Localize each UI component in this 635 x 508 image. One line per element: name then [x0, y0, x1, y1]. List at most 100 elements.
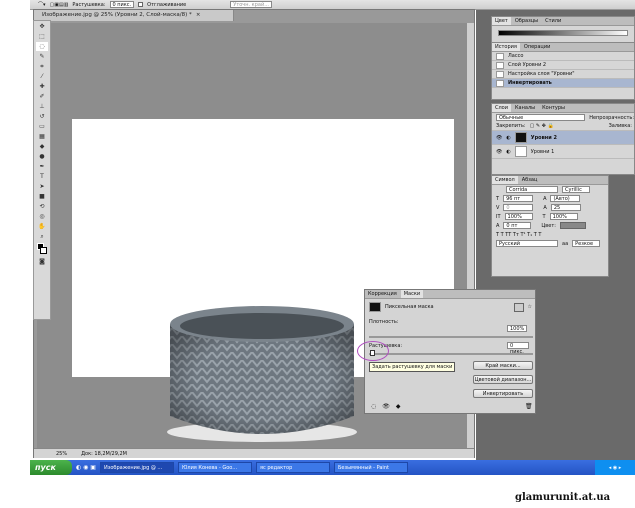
zoom-level[interactable]: 25% [56, 451, 67, 457]
move-tool-icon[interactable]: ✥ [36, 22, 48, 31]
lasso-tool-icon[interactable]: ◌ [36, 42, 48, 51]
layer-mask-thumbnail[interactable] [514, 132, 527, 143]
tab-swatches[interactable]: Образцы [511, 17, 542, 25]
tab-styles[interactable]: Стили [542, 17, 565, 25]
add-vector-mask-icon[interactable]: ☆ [528, 304, 535, 310]
character-panel: Символ Абзац Corrida Cyrillic T 96 пт A … [491, 175, 609, 277]
lasso-tool-preset-icon[interactable]: ⌒▾ [38, 1, 46, 8]
crop-tool-icon[interactable]: ⌗ [36, 62, 48, 71]
color-swatches[interactable] [36, 242, 48, 256]
pen-tool-icon[interactable]: ✒ [36, 162, 48, 171]
tab-layers[interactable]: Слои [492, 104, 511, 112]
close-icon[interactable]: × [196, 12, 201, 18]
dodge-tool-icon[interactable]: ● [36, 152, 48, 161]
quick-select-tool-icon[interactable]: ✎ [36, 52, 48, 61]
history-item[interactable]: Лассо [492, 52, 634, 61]
layer-mask-thumbnail[interactable] [514, 146, 527, 157]
history-item[interactable]: Настройка слоя "Уровни" [492, 70, 634, 79]
tooltip: Задать растушевку для маски [369, 362, 456, 372]
antialias-icon: aa [562, 240, 569, 247]
3d-rotate-tool-icon[interactable]: ⟲ [36, 202, 48, 211]
refine-edge-button[interactable]: Уточн. край... [230, 1, 272, 8]
history-panel: История Операции Лассо Слой Уровни 2 Нас… [491, 42, 635, 100]
add-pixel-mask-icon[interactable] [513, 302, 524, 312]
leading-input[interactable]: (Авто) [550, 195, 581, 202]
font-script-select[interactable]: Cyrillic [562, 186, 590, 193]
masks-panel-tabs: Коррекция Маски [365, 290, 535, 299]
selection-mode-icons[interactable]: ▢▣▤▥ [50, 2, 69, 8]
tab-paths[interactable]: Контуры [539, 104, 568, 112]
tab-history[interactable]: История [492, 43, 520, 51]
font-family-select[interactable]: Corrida [506, 186, 558, 193]
background-color[interactable] [40, 247, 47, 254]
feather-slider[interactable] [369, 353, 533, 355]
task-editor[interactable]: яс редактор [255, 462, 330, 473]
selection-from-mask-icon[interactable]: ◌ [371, 403, 376, 410]
eraser-tool-icon[interactable]: ▭ [36, 122, 48, 131]
density-slider[interactable] [369, 336, 533, 338]
tracking-icon: A [543, 204, 547, 211]
eye-icon[interactable]: 👁 [496, 135, 502, 141]
zoom-tool-icon[interactable]: ⌕ [36, 232, 48, 241]
feather-input[interactable]: 0 пикс. [109, 1, 135, 8]
baseline-input[interactable]: 0 пт [503, 222, 532, 229]
quick-mask-icon[interactable]: ◙ [36, 257, 48, 266]
healing-brush-icon[interactable]: ✚ [36, 82, 48, 91]
color-range-button[interactable]: Цветовой диапазон... [473, 375, 533, 384]
task-paint[interactable]: Безымянный - Paint [333, 462, 408, 473]
layer-row[interactable]: 👁 ◐ Уровни 2 [492, 131, 634, 145]
history-item[interactable]: Слой Уровни 2 [492, 61, 634, 70]
blend-mode-select[interactable]: Обычные [496, 114, 586, 121]
trash-icon[interactable]: 🗑 [525, 403, 533, 410]
color-slider[interactable] [498, 30, 628, 36]
tab-color[interactable]: Цвет [492, 17, 511, 25]
language-select[interactable]: Русский [496, 240, 558, 247]
type-tool-icon[interactable]: T [36, 172, 48, 181]
mask-edge-button[interactable]: Край маски... [473, 361, 533, 370]
invert-button[interactable]: Инвертировать [473, 389, 533, 398]
antialias-checkbox[interactable] [138, 2, 144, 7]
history-icon [496, 70, 504, 78]
gradient-tool-icon[interactable]: ▦ [36, 132, 48, 141]
mask-feather-input[interactable]: 0 пикс. [507, 342, 529, 355]
eye-icon[interactable]: 👁 [496, 149, 502, 155]
density-input[interactable]: 100% [507, 325, 527, 332]
horizontal-scale-input[interactable]: 100% [549, 213, 578, 220]
blur-tool-icon[interactable]: ◆ [36, 142, 48, 151]
start-button[interactable]: пуск [30, 460, 72, 475]
tab-actions[interactable]: Операции [520, 43, 554, 51]
hand-tool-icon[interactable]: ✋ [36, 222, 48, 231]
clone-stamp-icon[interactable]: ⊥ [36, 102, 48, 111]
eye-icon[interactable]: 👁 [382, 403, 390, 410]
brush-tool-icon[interactable]: ✐ [36, 92, 48, 101]
kerning-input[interactable]: 0 [503, 204, 534, 211]
task-browser[interactable]: Юлия Конева - Goo... [177, 462, 252, 473]
lock-icons[interactable]: ▢ ✎ ✥ 🔒 [530, 123, 554, 129]
history-item[interactable]: Инвертировать [492, 79, 634, 88]
style-buttons[interactable]: T T TT Tт T¹ T₁ T T [496, 232, 541, 238]
quick-launch-icons[interactable]: ◐ ◉ ▣ [76, 464, 96, 471]
marquee-tool-icon[interactable]: ⬚ [36, 32, 48, 41]
layers-panel-tabs: Слои Каналы Контуры [492, 104, 634, 113]
3d-camera-tool-icon[interactable]: ◎ [36, 212, 48, 221]
text-color-swatch[interactable] [559, 222, 586, 229]
shape-tool-icon[interactable]: ■ [36, 192, 48, 201]
tracking-input[interactable]: 25 [550, 204, 581, 211]
history-panel-tabs: История Операции [492, 43, 634, 52]
tab-masks[interactable]: Маски [400, 290, 424, 298]
tab-channels[interactable]: Каналы [512, 104, 539, 112]
tab-character[interactable]: Символ [492, 176, 518, 184]
antialias-select[interactable]: Резкое [572, 240, 601, 247]
vertical-scale-input[interactable]: 100% [504, 213, 533, 220]
task-photoshop[interactable]: Изображение.jpg @ ... [99, 462, 174, 473]
system-tray[interactable]: ◂ ◉ ▸ [595, 460, 635, 475]
path-select-tool-icon[interactable]: ➤ [36, 182, 48, 191]
tab-adjustments[interactable]: Коррекция [365, 290, 400, 298]
document-tab[interactable]: Изображение.jpg @ 25% (Уровни 2, Слой-ма… [34, 10, 234, 21]
layer-row[interactable]: 👁 ◐ Уровни 1 [492, 145, 634, 159]
history-brush-icon[interactable]: ↺ [36, 112, 48, 121]
eyedropper-tool-icon[interactable]: ⁄ [36, 72, 48, 81]
font-size-input[interactable]: 96 пт [503, 195, 534, 202]
tab-paragraph[interactable]: Абзац [518, 176, 541, 184]
apply-mask-icon[interactable]: ◆ [396, 403, 401, 410]
